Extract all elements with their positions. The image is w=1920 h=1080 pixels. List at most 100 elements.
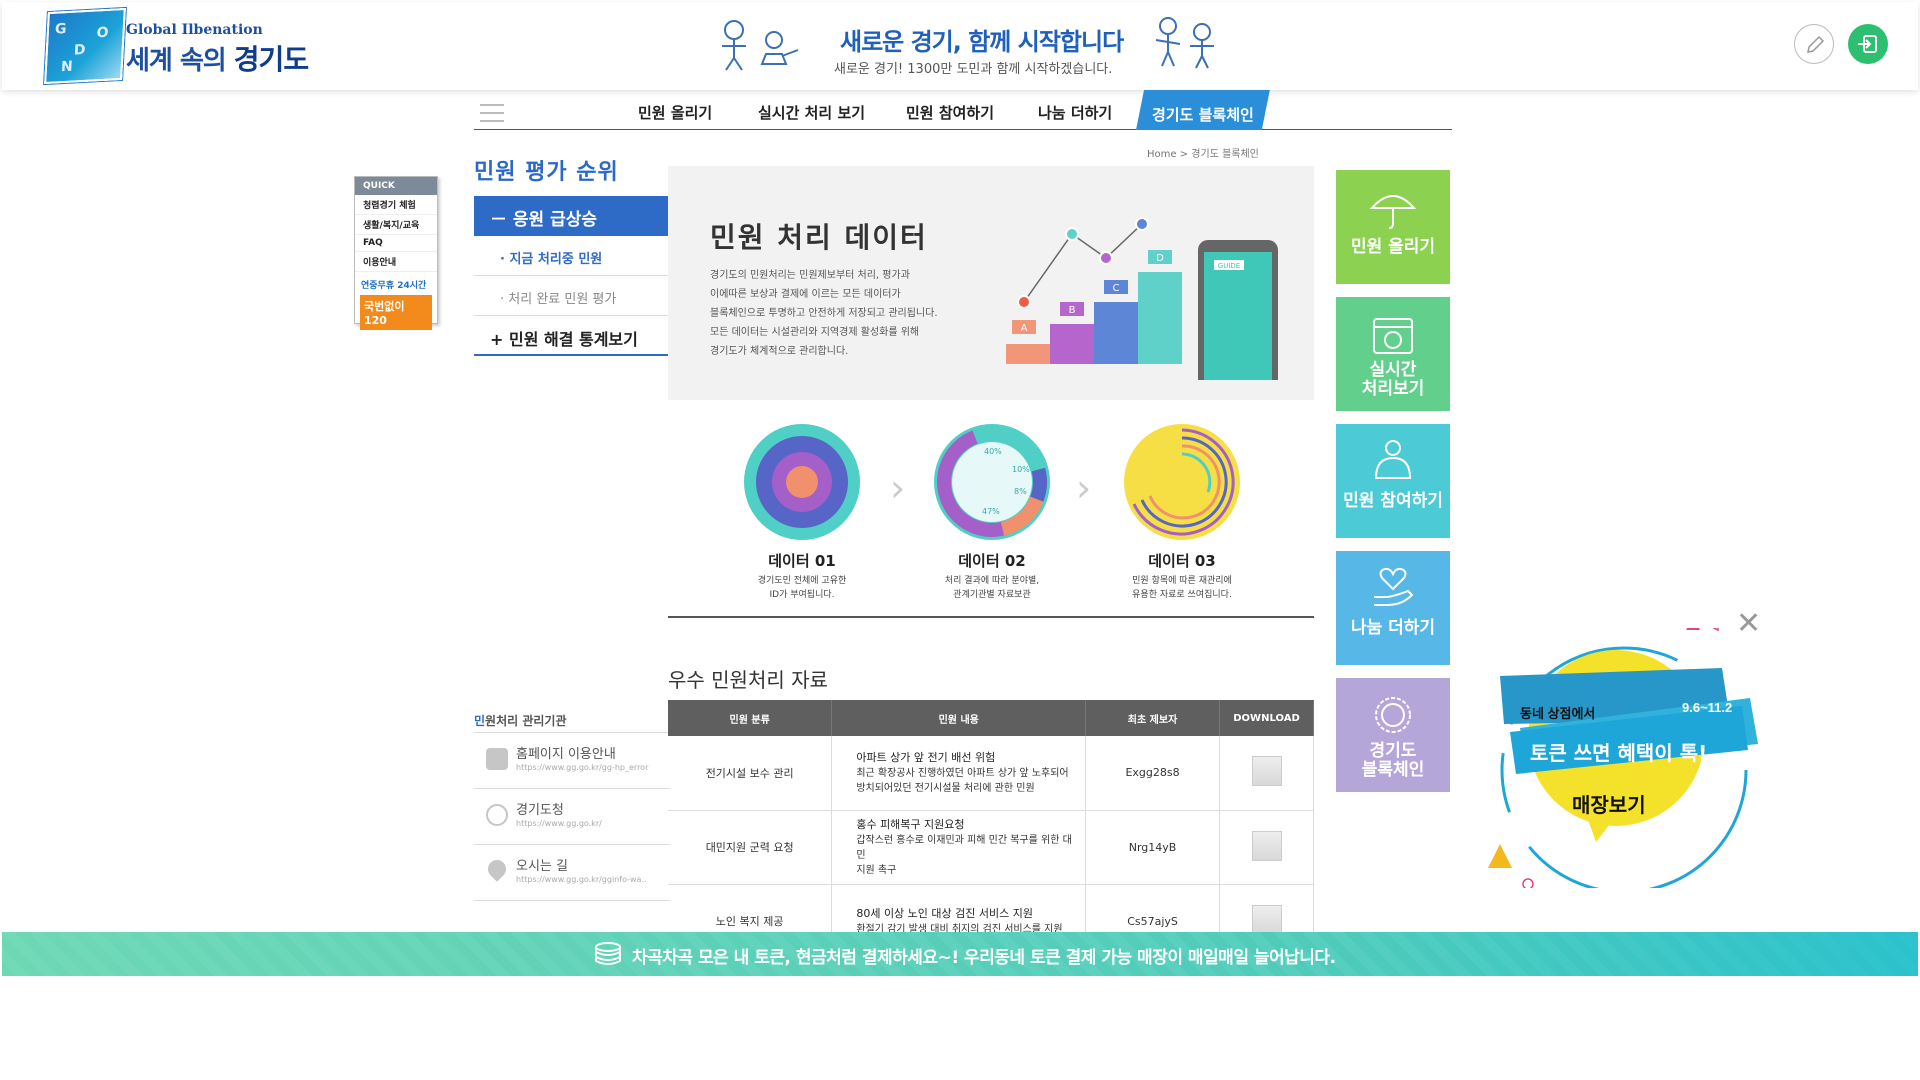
tile-label: 나눔 더하기 (1350, 618, 1436, 638)
bar-label-b: B (1069, 305, 1076, 316)
ring-label-10: 10% (1012, 465, 1030, 474)
table-row[interactable]: 대민지원 군력 요청 홍수 피해복구 지원요청 갑작스런 홍수로 이재민과 피해… (668, 810, 1314, 885)
org-list-title-mark: 민 (474, 714, 486, 728)
cell-category: 전기시설 보수 관리 (668, 736, 833, 811)
calendar-icon (1373, 318, 1413, 354)
bar-label-a: A (1021, 323, 1028, 334)
hero-description: 경기도의 민원처리는 민원제보부터 처리, 평가과 이에따른 보상과 결제에 이… (710, 266, 980, 361)
cell-content-title: 홍수 피해복구 지원요청 (856, 817, 965, 831)
quick-item-faq[interactable]: FAQ (355, 235, 437, 252)
nav-item-blockchain[interactable]: 경기도 블록체인 (1136, 90, 1270, 130)
sidebar-subitem-completed[interactable]: · 처리 완료 민원 평가 (474, 276, 670, 316)
hero-desc-line: 모든 데이터는 시설관리와 지역경제 활성화를 위해 (710, 327, 920, 338)
hero-title: 민원 처리 데이터 (710, 221, 928, 254)
quick-menu-title: QUICK (355, 177, 437, 195)
step-desc-line: 처리 결과에 따라 분야별, (944, 576, 1040, 586)
sidebar-subitem-in-progress[interactable]: · 지금 처리중 민원 (474, 236, 670, 276)
org-item-name: 경기도청 (516, 803, 564, 818)
bottom-banner[interactable]: 차곡차곡 모은 내 토큰, 현금처럼 결제하세요~! 우리동네 토큰 결제 가능… (2, 932, 1918, 976)
bar-label-c: C (1113, 283, 1120, 294)
alert-icon (486, 748, 508, 770)
logo-title-bold: 경기도 (233, 43, 309, 76)
cell-content: 아파트 상가 앞 전기 배선 위험 최근 확장공사 진행하였던 아파트 상가 앞… (831, 736, 1087, 811)
org-item-homepage-guide[interactable]: 홈페이지 이용안내 https://www.gg.go.kr/gg-hp_err… (474, 733, 670, 789)
breadcrumb-separator: > (1179, 149, 1189, 160)
cell-content-desc: 갑작스런 홍수로 이재민과 피해 민간 복구를 위한 대민 (856, 834, 1072, 861)
tile-participate[interactable]: 민원 참여하기 (1336, 424, 1450, 538)
download-icon[interactable] (1251, 756, 1282, 787)
hero-desc-line: 경기도가 체계적으로 관리합니다. (710, 346, 849, 357)
download-icon[interactable] (1251, 830, 1282, 861)
tile-label: 민원 참여하기 (1343, 491, 1443, 511)
breadcrumb-home[interactable]: Home (1147, 149, 1177, 160)
step-desc-line: 유용한 자료로 쓰여집니다. (1132, 590, 1232, 600)
phone-guide-label: GUIDE (1218, 262, 1240, 270)
cell-category: 대민지원 군력 요청 (668, 810, 833, 885)
step-2-title: 데이터 02 (958, 552, 1026, 570)
nav-item-participate[interactable]: 민원 참여하기 (906, 102, 994, 123)
main-nav: 민원 올리기 실시간 처리 보기 민원 참여하기 나눔 더하기 경기도 블록체인 (474, 90, 1452, 130)
piggy-bank-icon (1374, 440, 1412, 479)
chevron-right-icon: › (1076, 466, 1092, 510)
cell-content-title: 80세 이상 노인 대상 검진 서비스 지원 (856, 906, 1033, 920)
login-icon (1858, 35, 1877, 53)
org-list-title: 민원처리 관리기관 (474, 712, 567, 729)
kids-left-illustration (722, 20, 799, 71)
edit-button[interactable] (1794, 24, 1834, 64)
org-item-directions[interactable]: 오시는 길 https://www.gg.go.kr/gginfo-wa.. (474, 845, 670, 901)
cell-download (1219, 810, 1314, 885)
tile-sharing[interactable]: 나눔 더하기 (1336, 551, 1450, 665)
step-2-description: 처리 결과에 따라 분야별, 관계기관별 자료보관 (922, 574, 1062, 602)
quick-item-welfare[interactable]: 생활/복지/교육 (355, 215, 437, 235)
tile-label: 블록체인 (1361, 760, 1425, 780)
tile-blockchain[interactable]: 경기도 블록체인 (1336, 678, 1450, 792)
coin-stack-icon (595, 942, 621, 965)
cell-content-title: 아파트 상가 앞 전기 배선 위험 (856, 750, 996, 764)
globe-icon (486, 804, 508, 826)
quick-call-120[interactable]: 국번없이 120 (360, 295, 432, 330)
table-row[interactable]: 전기시설 보수 관리 아파트 상가 앞 전기 배선 위험 최근 확장공사 진행하… (668, 736, 1314, 811)
tile-realtime[interactable]: 실시간 처리보기 (1336, 297, 1450, 411)
hero-panel: 민원 처리 데이터 경기도의 민원처리는 민원제보부터 처리, 평가과 이에따른… (668, 166, 1314, 400)
hamburger-menu-icon[interactable] (480, 104, 504, 122)
sidebar-item-statistics[interactable]: + 민원 해결 통계보기 (474, 316, 670, 356)
sidebar-item-rising[interactable]: － 응원 급상승 (474, 196, 670, 236)
download-icon[interactable] (1251, 904, 1282, 935)
ad-cta-text[interactable]: 매장보기 (1572, 793, 1646, 817)
cell-download (1219, 736, 1314, 811)
chevron-right-icon: › (890, 466, 906, 510)
step-1-description: 경기도민 전체에 고유한 ID가 부여됩니다. (732, 574, 872, 602)
bottom-banner-text: 차곡차곡 모은 내 토큰, 현금처럼 결제하세요~! 우리동네 토큰 결제 가능… (632, 948, 1336, 968)
ring-label-8: 8% (1014, 487, 1027, 496)
breadcrumb-current: 경기도 블록체인 (1191, 149, 1259, 160)
logo-title-prefix: 세계 속의 (126, 46, 234, 76)
hero-desc-line: 경기도의 민원처리는 민원제보부터 처리, 평가과 (710, 270, 910, 281)
org-item-provincial-office[interactable]: 경기도청 https://www.gg.go.kr/ (474, 789, 670, 845)
step-desc-line: 경기도민 전체에 고유한 (757, 576, 847, 586)
nav-item-complaint-upload[interactable]: 민원 올리기 (638, 102, 712, 123)
nav-item-realtime[interactable]: 실시간 처리 보기 (758, 102, 865, 123)
quick-item-integrity[interactable]: 청렴경기 체험 (355, 195, 437, 215)
logo-title[interactable]: 세계 속의 경기도 (126, 38, 309, 78)
cell-content-desc: 방치되어있던 전기시설물 처리에 관한 민원 (856, 782, 1035, 794)
pencil-icon (1807, 35, 1825, 53)
logo-subtitle: Global Ilbenation (126, 22, 263, 38)
quick-menu: QUICK 청렴경기 체험 생활/복지/교육 FAQ 이용안내 연중무휴 24시… (354, 176, 438, 330)
org-item-name: 홈페이지 이용안내 (516, 747, 616, 762)
cell-content-desc: 지원 촉구 (856, 864, 897, 876)
logo-mark[interactable]: GDON (44, 7, 126, 85)
tile-complaint-upload[interactable]: 민원 올리기 (1336, 170, 1450, 284)
cell-reporter: Exgg28s8 (1085, 736, 1220, 811)
tile-label: 민원 올리기 (1350, 237, 1436, 257)
data-growth-illustration: A B C D GUIDE (1006, 217, 1278, 380)
col-header-category: 민원 분류 (668, 700, 833, 736)
complaint-table: 민원 분류 민원 내용 최초 제보자 DOWNLOAD 전기시설 보수 관리 아… (668, 700, 1314, 959)
nav-item-sharing[interactable]: 나눔 더하기 (1038, 102, 1112, 123)
token-promo-ad[interactable]: 동네 상점에서 9.6~11.2 토큰 쓰면 혜택이 톡! 매장보기 (1486, 628, 1762, 888)
section-title: 우수 민원처리 자료 (668, 668, 828, 692)
ring-label-47: 47% (982, 507, 1000, 516)
login-button[interactable] (1848, 24, 1888, 64)
org-item-url: https://www.gg.go.kr/gg-hp_error (516, 763, 649, 772)
quick-item-guide[interactable]: 이용안내 (355, 252, 437, 272)
col-header-reporter: 최초 제보자 (1085, 700, 1220, 736)
